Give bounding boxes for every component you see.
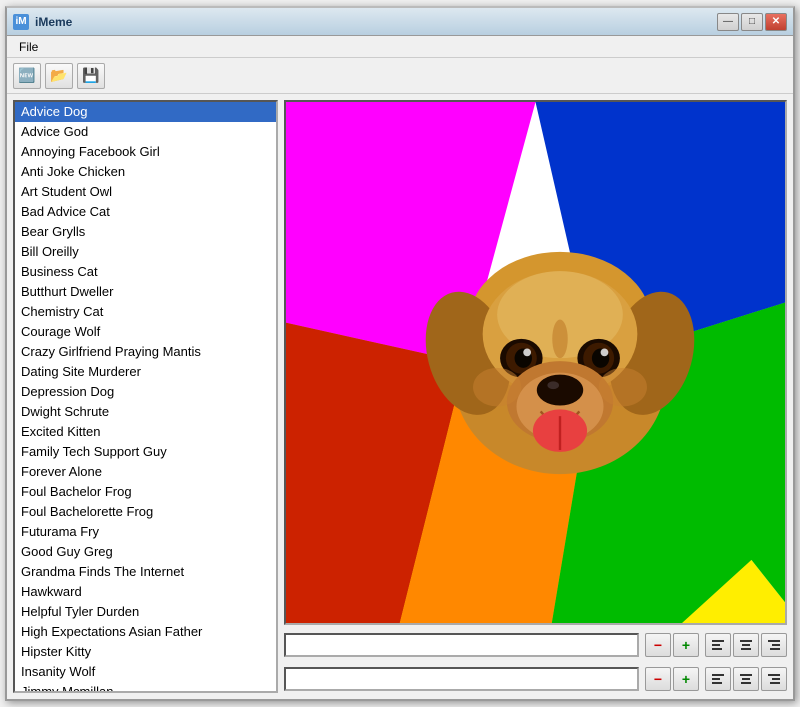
bottom-align-left[interactable] [705,667,731,691]
list-item[interactable]: Crazy Girlfriend Praying Mantis [15,342,276,362]
title-bar-buttons: — □ ✕ [717,13,787,31]
image-area [284,100,787,625]
bottom-align-right-icon [768,674,780,684]
save-icon: 💾 [82,67,99,84]
menu-bar: File [7,36,793,58]
top-align-left[interactable] [705,633,731,657]
close-button[interactable]: ✕ [765,13,787,31]
list-item[interactable]: Hawkward [15,582,276,602]
meme-list[interactable]: Advice DogAdvice GodAnnoying Facebook Gi… [13,100,278,693]
list-item[interactable]: Business Cat [15,262,276,282]
bottom-size-controls: − + [645,667,699,691]
list-item[interactable]: Depression Dog [15,382,276,402]
bottom-text-row: − + [284,665,787,693]
top-align-right[interactable] [761,633,787,657]
bottom-align-right[interactable] [761,667,787,691]
list-item[interactable]: Insanity Wolf [15,662,276,682]
list-item[interactable]: Bear Grylls [15,222,276,242]
dog-image [415,218,705,508]
top-align-controls [705,633,787,657]
bottom-align-center-icon [740,674,752,684]
toolbar: 🆕 📂 💾 [7,58,793,94]
list-item[interactable]: Good Guy Greg [15,542,276,562]
align-left-icon [712,640,724,650]
open-button[interactable]: 📂 [45,63,73,89]
bottom-align-center[interactable] [733,667,759,691]
top-align-center[interactable] [733,633,759,657]
list-item[interactable]: Bad Advice Cat [15,202,276,222]
bottom-text-input[interactable] [284,667,639,691]
save-button[interactable]: 💾 [77,63,105,89]
list-panel: Advice DogAdvice GodAnnoying Facebook Gi… [13,100,278,693]
top-size-increase[interactable]: + [673,633,699,657]
list-item[interactable]: Futurama Fry [15,522,276,542]
top-text-input[interactable] [284,633,639,657]
bottom-size-increase[interactable]: + [673,667,699,691]
bottom-align-left-icon [712,674,724,684]
list-item[interactable]: Art Student Owl [15,182,276,202]
file-menu[interactable]: File [11,38,46,56]
list-item[interactable]: Advice Dog [15,102,276,122]
list-item[interactable]: Excited Kitten [15,422,276,442]
list-item[interactable]: Foul Bachelorette Frog [15,502,276,522]
new-icon: 🆕 [18,67,35,84]
bottom-size-decrease[interactable]: − [645,667,671,691]
list-item[interactable]: High Expectations Asian Father [15,622,276,642]
bottom-align-controls [705,667,787,691]
list-item[interactable]: Courage Wolf [15,322,276,342]
list-item[interactable]: Grandma Finds The Internet [15,562,276,582]
list-item[interactable]: Dwight Schrute [15,402,276,422]
list-item[interactable]: Helpful Tyler Durden [15,602,276,622]
app-icon: iM [13,14,29,30]
list-item[interactable]: Chemistry Cat [15,302,276,322]
list-item[interactable]: Hipster Kitty [15,642,276,662]
open-icon: 📂 [50,67,67,84]
window-title: iMeme [35,15,717,29]
right-panel: − + [284,100,787,693]
list-item[interactable]: Jimmy Mcmillan [15,682,276,693]
minimize-button[interactable]: — [717,13,739,31]
align-right-icon [768,640,780,650]
main-content: Advice DogAdvice GodAnnoying Facebook Gi… [7,94,793,699]
list-item[interactable]: Butthurt Dweller [15,282,276,302]
list-item[interactable]: Dating Site Murderer [15,362,276,382]
maximize-button[interactable]: □ [741,13,763,31]
list-item[interactable]: Forever Alone [15,462,276,482]
title-bar: iM iMeme — □ ✕ [7,8,793,36]
list-item[interactable]: Bill Oreilly [15,242,276,262]
top-size-decrease[interactable]: − [645,633,671,657]
align-center-icon [740,640,752,650]
list-item[interactable]: Advice God [15,122,276,142]
meme-canvas [286,102,785,623]
top-text-row: − + [284,631,787,659]
list-item[interactable]: Foul Bachelor Frog [15,482,276,502]
list-item[interactable]: Annoying Facebook Girl [15,142,276,162]
main-window: iM iMeme — □ ✕ File 🆕 📂 💾 Advice DogAdvi… [5,6,795,701]
list-item[interactable]: Anti Joke Chicken [15,162,276,182]
list-item[interactable]: Family Tech Support Guy [15,442,276,462]
top-size-controls: − + [645,633,699,657]
new-button[interactable]: 🆕 [13,63,41,89]
